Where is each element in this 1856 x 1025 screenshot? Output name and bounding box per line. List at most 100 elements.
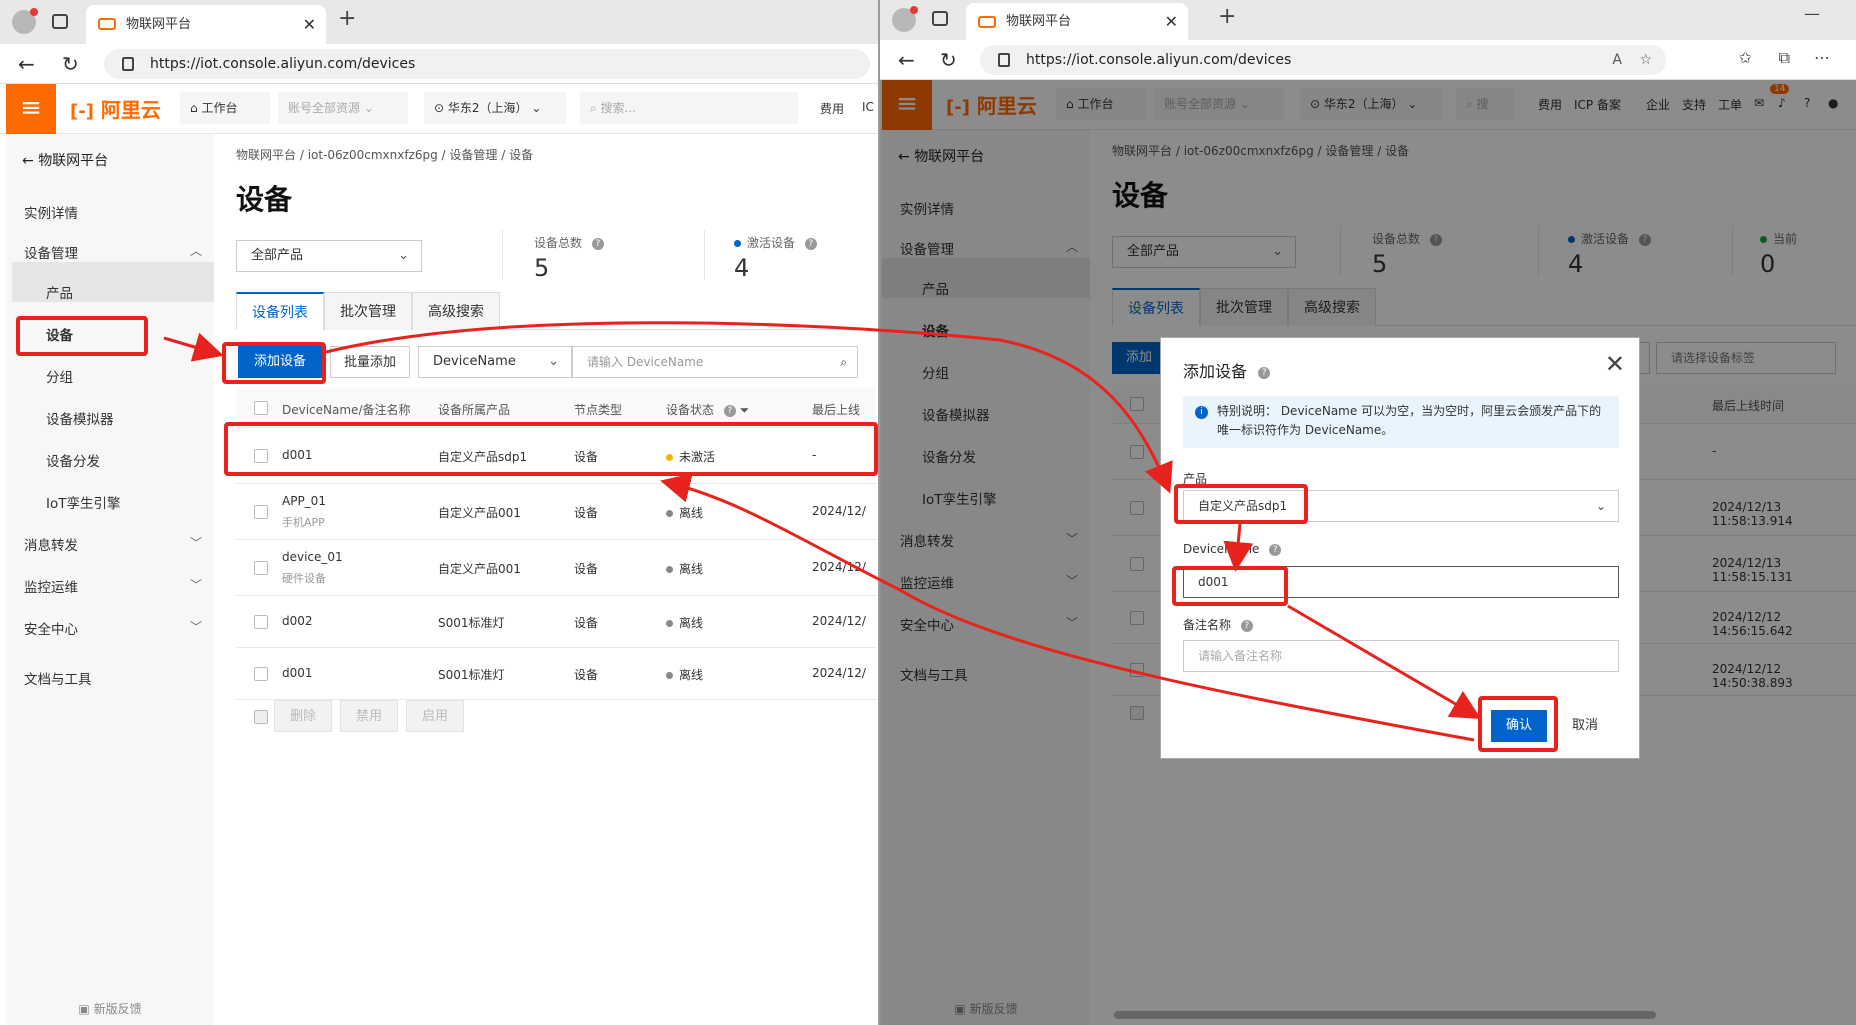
divider — [704, 230, 705, 280]
sidebar-item-message[interactable]: 消息转发 — [24, 534, 78, 554]
table-row[interactable]: d002 S001标准灯 设备 离线 2024/12/ — [236, 596, 876, 648]
row-checkbox[interactable] — [254, 505, 268, 519]
batch-add-button[interactable]: 批量添加 — [330, 346, 410, 378]
extensions-icon[interactable]: ⧉ — [1779, 48, 1790, 68]
region-dropdown[interactable]: ⊙ 华东2（上海） ⌄ — [424, 92, 566, 124]
confirm-button[interactable]: 确认 — [1491, 710, 1547, 742]
favorites-icon[interactable]: ✩ — [1739, 48, 1752, 67]
sidebar-back[interactable]: ← 物联网平台 — [22, 150, 108, 170]
nav-icp[interactable]: IC — [862, 100, 874, 114]
sidebar-item-device-mgmt[interactable]: 设备管理 — [24, 242, 78, 262]
remark-input[interactable]: 请输入备注名称 — [1183, 640, 1619, 672]
tab-device-list[interactable]: 设备列表 — [236, 292, 324, 330]
row-checkbox[interactable] — [254, 561, 268, 575]
profile-avatar[interactable] — [12, 8, 38, 34]
product-filter-value: 全部产品 — [251, 248, 304, 263]
device-search-input[interactable]: 请输入 DeviceName ⌕ — [572, 346, 858, 378]
bulk-select-checkbox[interactable] — [254, 710, 268, 724]
sidebar-item-product[interactable]: 产品 — [46, 282, 73, 302]
horizontal-scrollbar[interactable] — [1114, 1011, 1656, 1019]
tab-advanced-search[interactable]: 高级搜索 — [412, 292, 500, 330]
help-icon[interactable]: ? — [591, 237, 604, 250]
sidebar-item-device[interactable]: 设备 — [46, 324, 73, 344]
row-device-name[interactable]: d002 — [282, 614, 313, 628]
sidebar-item-distribute[interactable]: 设备分发 — [46, 450, 100, 470]
status-dot — [666, 672, 673, 679]
close-tab-icon[interactable]: ✕ — [303, 5, 316, 44]
row-device-name[interactable]: device_01 — [282, 550, 343, 564]
select-all-checkbox[interactable] — [254, 401, 268, 415]
read-aloud-icon[interactable]: A — [1612, 45, 1622, 75]
dialog-title: 添加设备 ? — [1183, 358, 1271, 382]
crumb-3[interactable]: 设备管理 — [449, 148, 497, 162]
product-select[interactable]: 自定义产品sdp1 ⌄ — [1183, 490, 1619, 522]
sidebar-item-simulator[interactable]: 设备模拟器 — [46, 408, 114, 428]
row-device-name[interactable]: APP_01 — [282, 494, 326, 508]
help-icon[interactable]: ? — [723, 404, 736, 417]
feedback-link[interactable]: ▣ 新版反馈 — [6, 1000, 214, 1017]
sidebar-item-docs[interactable]: 文档与工具 — [24, 668, 92, 688]
reload-icon[interactable]: ↻ — [62, 52, 79, 76]
tab-actions-icon[interactable] — [52, 14, 68, 29]
aliyun-logo[interactable]: [-] 阿里云 — [70, 94, 161, 123]
row-checkbox[interactable] — [254, 667, 268, 681]
sidebar-item-monitor[interactable]: 监控运维 — [24, 576, 78, 596]
enable-button[interactable]: 启用 — [406, 700, 464, 732]
workbench-label: 工作台 — [201, 101, 238, 115]
help-icon[interactable]: ? — [1258, 366, 1271, 379]
url-field[interactable]: https://iot.console.aliyun.com/devices A ☆ — [980, 45, 1666, 75]
table-row[interactable]: d001 S001标准灯 设备 离线 2024/12/ — [236, 648, 876, 700]
crumb-1[interactable]: 物联网平台 — [236, 148, 296, 162]
table-row[interactable]: device_01 硬件设备 自定义产品001 设备 离线 2024/12/ — [236, 540, 876, 596]
help-icon[interactable]: ? — [804, 237, 817, 250]
console-search[interactable]: ⌕ 搜索... — [580, 92, 798, 124]
delete-button[interactable]: 删除 — [274, 700, 332, 732]
close-tab-icon[interactable]: ✕ — [1165, 3, 1178, 40]
browser-tab[interactable]: 物联网平台 ✕ — [86, 5, 326, 44]
search-icon[interactable]: ⌕ — [840, 347, 847, 377]
url-field[interactable]: https://iot.console.aliyun.com/devices — [104, 49, 870, 79]
row-checkbox[interactable] — [254, 449, 268, 463]
sidebar-item-group[interactable]: 分组 — [46, 366, 73, 386]
sidebar-item-twin[interactable]: IoT孪生引擎 — [46, 492, 121, 512]
row-status-text: 离线 — [679, 668, 704, 682]
tab-actions-icon[interactable] — [932, 11, 948, 26]
close-icon[interactable]: ✕ — [1605, 350, 1625, 378]
sidebar-item-instance[interactable]: 实例详情 — [24, 202, 78, 222]
sidebar-item-security[interactable]: 安全中心 — [24, 618, 78, 638]
more-icon[interactable]: ⋯ — [1814, 48, 1830, 67]
add-device-button[interactable]: 添加设备 — [238, 346, 322, 378]
tab-batch[interactable]: 批次管理 — [324, 292, 412, 330]
table-row[interactable]: APP_01 手机APP 自定义产品001 设备 离线 2024/12/ — [236, 484, 876, 540]
favorite-icon[interactable]: ☆ — [1639, 45, 1652, 75]
disable-button[interactable]: 禁用 — [340, 700, 398, 732]
filter-icon[interactable]: ⏷ — [740, 403, 750, 417]
cancel-button[interactable]: 取消 — [1557, 710, 1613, 742]
minimize-icon[interactable]: — — [1804, 4, 1820, 23]
chevron-down-icon: ⌄ — [398, 248, 409, 263]
address-bar-row: ← ↻ https://iot.console.aliyun.com/devic… — [880, 40, 1856, 80]
back-icon[interactable]: ← — [898, 48, 915, 72]
device-name-input[interactable]: d001 — [1183, 566, 1619, 598]
help-icon[interactable]: ? — [1269, 543, 1282, 556]
search-field-select[interactable]: DeviceName ⌄ — [418, 346, 572, 378]
new-tab-icon[interactable]: + — [1218, 4, 1236, 29]
table-row[interactable]: d001 自定义产品sdp1 设备 未激活 - — [236, 428, 876, 484]
nav-fee[interactable]: 费用 — [820, 100, 844, 117]
row-device-name[interactable]: d001 — [282, 448, 313, 462]
profile-avatar[interactable] — [892, 6, 918, 32]
workbench-button[interactable]: ⌂ 工作台 — [180, 92, 270, 124]
product-filter[interactable]: 全部产品 ⌄ — [236, 240, 422, 272]
row-device-name[interactable]: d001 — [282, 666, 313, 680]
help-icon[interactable]: ? — [1240, 619, 1253, 632]
tab-bar: 物联网平台 ✕ + — [0, 0, 878, 44]
browser-tab[interactable]: 物联网平台 ✕ — [966, 3, 1188, 40]
row-status-text: 离线 — [679, 506, 704, 520]
back-icon[interactable]: ← — [18, 52, 35, 76]
reload-icon[interactable]: ↻ — [940, 48, 957, 72]
crumb-2[interactable]: iot-06z00cmxnxfz6pg — [308, 148, 438, 162]
resources-dropdown[interactable]: 账号全部资源 ⌄ — [278, 92, 408, 124]
menu-icon[interactable]: ≡ — [6, 84, 56, 134]
new-tab-icon[interactable]: + — [338, 6, 356, 31]
row-checkbox[interactable] — [254, 615, 268, 629]
